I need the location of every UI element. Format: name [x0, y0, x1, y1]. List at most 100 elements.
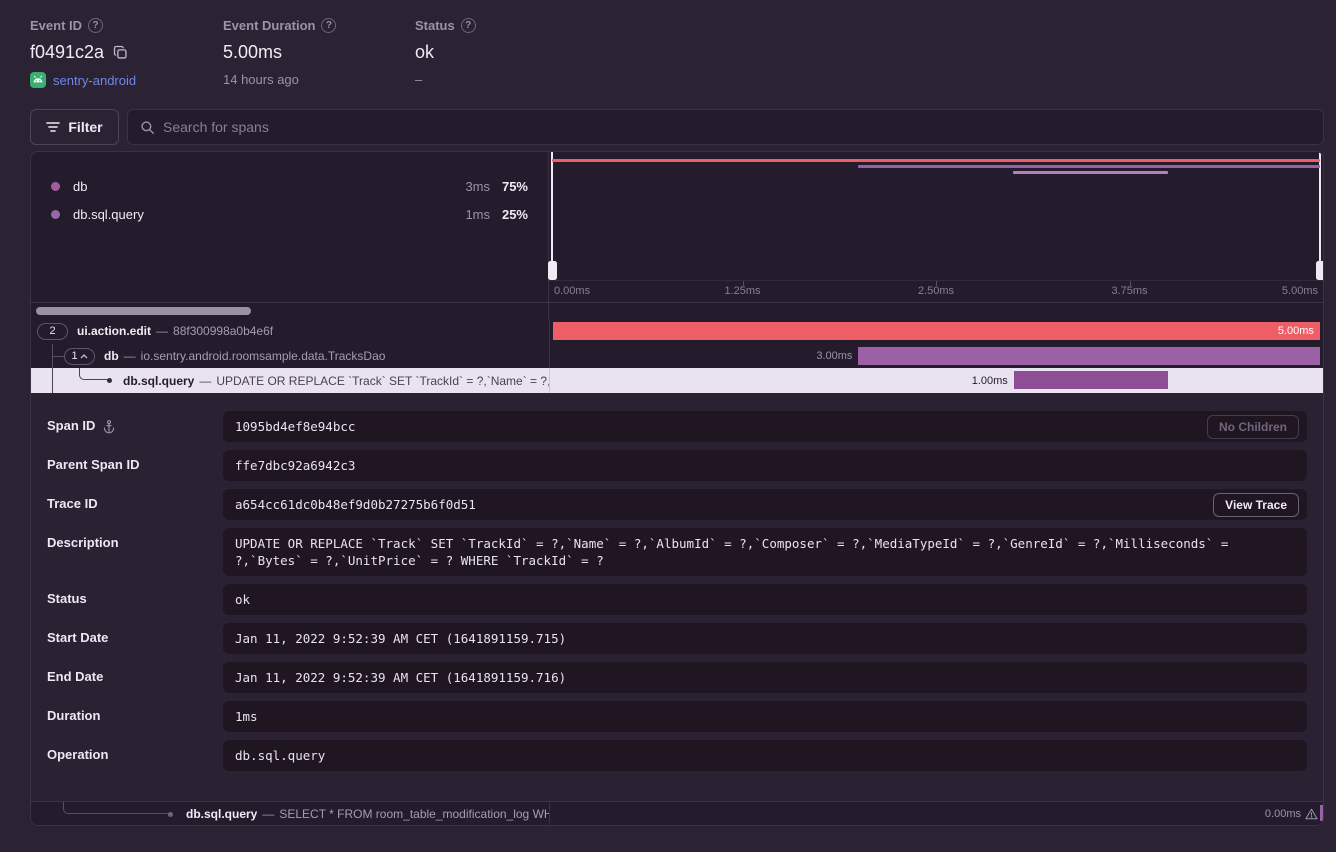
span-operation-name: db	[104, 349, 119, 363]
detail-value-text: ffe7dbc92a6942c3	[235, 458, 355, 473]
filter-button[interactable]: Filter	[30, 109, 119, 145]
horizontal-scrollbar-thumb[interactable]	[36, 307, 251, 315]
minimap-left-handle[interactable]	[551, 152, 553, 280]
detail-value-text: UPDATE OR REPLACE `Track` SET `TrackId` …	[235, 536, 1228, 568]
detail-label: Trace ID	[47, 489, 223, 520]
anchor-icon[interactable]	[102, 419, 116, 434]
help-icon[interactable]: ?	[461, 18, 476, 33]
span-row[interactable]: db.sql.query—UPDATE OR REPLACE `Track` S…	[31, 368, 1323, 393]
detail-row: Parent Span ID ffe7dbc92a6942c3	[47, 450, 1307, 481]
event-id-value: f0491c2a	[30, 42, 104, 63]
span-duration-label: 5.00ms	[1278, 325, 1320, 337]
detail-value: ok	[223, 584, 1307, 615]
span-row[interactable]: db.sql.query — SELECT * FROM room_table_mo…	[31, 802, 1323, 825]
span-children-badge[interactable]: 2	[37, 323, 68, 340]
view-trace-button[interactable]: View Trace	[1213, 493, 1299, 517]
detail-value: db.sql.query	[223, 740, 1307, 771]
detail-row: Span ID1095bd4ef8e94bccNo Children	[47, 411, 1307, 442]
detail-value-text: ok	[235, 592, 250, 607]
search-icon	[140, 120, 155, 135]
span-row-duration-cell: 0.00ms	[549, 802, 1323, 825]
axis-tick-label: 0.00ms	[554, 285, 590, 297]
detail-label: Duration	[47, 701, 223, 732]
name-column-scroll-track	[31, 303, 549, 319]
legend-operation-label: db.sql.query	[73, 207, 446, 222]
span-duration-bar	[1014, 371, 1169, 389]
minimap-span-line	[552, 159, 1320, 162]
time-axis: 0.00ms1.25ms2.50ms3.75ms5.00ms	[549, 280, 1323, 302]
minimap-right-handle[interactable]	[1319, 152, 1321, 280]
detail-value: 1ms	[223, 701, 1307, 732]
span-row-duration-cell: 5.00ms	[549, 319, 1323, 344]
span-children-count: 1	[71, 350, 77, 362]
minimap-span-line	[1013, 171, 1168, 174]
detail-label: End Date	[47, 662, 223, 693]
detail-label-text: Span ID	[47, 418, 95, 433]
event-id-column: Event ID ? f0491c2a	[30, 18, 223, 103]
android-platform-icon	[30, 72, 46, 88]
minimap-chart[interactable]	[549, 152, 1323, 280]
detail-label-text: Trace ID	[47, 496, 98, 511]
span-duration-label: 0.00ms	[1265, 802, 1318, 825]
detail-value-text: 1ms	[235, 709, 258, 724]
axis-tick-label: 2.50ms	[918, 285, 954, 297]
status-column: Status ? ok –	[415, 18, 476, 103]
axis-tick-label: 1.25ms	[724, 285, 760, 297]
span-operation-name: ui.action.edit	[77, 324, 151, 338]
span-detail-page: Event ID ? f0491c2a	[30, 0, 1324, 826]
spans-panel: db3ms75%db.sql.query1ms25% 0.00ms1.25ms2…	[30, 151, 1324, 826]
copy-icon[interactable]	[113, 45, 128, 60]
tree-elbow-connector	[63, 802, 169, 814]
filter-button-label: Filter	[68, 119, 102, 135]
detail-value-text: a654cc61dc0b48ef9d0b27275b6f0d51	[235, 497, 476, 512]
detail-value: Jan 11, 2022 9:52:39 AM CET (1641891159.…	[223, 623, 1307, 654]
trace-minimap[interactable]: 0.00ms1.25ms2.50ms3.75ms5.00ms	[549, 152, 1323, 302]
separator: —	[262, 807, 274, 821]
span-duration-bar	[1320, 805, 1323, 821]
detail-label-text: End Date	[47, 669, 103, 684]
span-description-text: SELECT * FROM room_table_modification_lo…	[279, 807, 549, 821]
detail-row: Statusok	[47, 584, 1307, 615]
span-row-name-cell: db.sql.query—UPDATE OR REPLACE `Track` S…	[31, 368, 549, 393]
event-header: Event ID ? f0491c2a	[30, 0, 1324, 103]
axis-tick-label: 3.75ms	[1111, 285, 1147, 297]
detail-row: Trace ID a654cc61dc0b48ef9d0b27275b6f0d51…	[47, 489, 1307, 520]
minimap-section: db3ms75%db.sql.query1ms25% 0.00ms1.25ms2…	[31, 152, 1323, 302]
detail-row: Operationdb.sql.query	[47, 740, 1307, 771]
tree-node-dot	[168, 812, 173, 817]
project-link[interactable]: sentry-android	[53, 73, 136, 88]
warning-icon[interactable]	[1305, 808, 1318, 820]
span-search	[127, 109, 1324, 145]
detail-value: ffe7dbc92a6942c3	[223, 450, 1307, 481]
event-duration-value: 5.00ms	[223, 42, 282, 63]
span-row[interactable]: 2ui.action.edit—88f300998a0b4e6f5.00ms	[31, 319, 1323, 344]
detail-label: Description	[47, 528, 223, 576]
no-children-button[interactable]: No Children	[1207, 415, 1299, 439]
tree-guide-line	[52, 368, 53, 393]
event-duration-label: Event Duration	[223, 18, 315, 33]
legend-operation-label: db	[73, 179, 446, 194]
detail-row: Description UPDATE OR REPLACE `Track` SET…	[47, 528, 1307, 576]
status-label: Status	[415, 18, 455, 33]
event-age: 14 hours ago	[223, 72, 299, 87]
detail-label: Parent Span ID	[47, 450, 223, 481]
detail-label: Span ID	[47, 411, 223, 442]
event-id-label: Event ID	[30, 18, 82, 33]
help-icon[interactable]: ?	[321, 18, 336, 33]
span-description-text: io.sentry.android.roomsample.data.Tracks…	[141, 349, 386, 363]
span-row-duration-cell: 3.00ms	[549, 344, 1323, 369]
span-row-duration-cell: 1.00ms	[549, 368, 1323, 393]
search-input[interactable]	[163, 119, 1311, 135]
span-row[interactable]: 1db—io.sentry.android.roomsample.data.Tr…	[31, 344, 1323, 369]
help-icon[interactable]: ?	[88, 18, 103, 33]
separator: —	[156, 324, 168, 338]
span-row-name-cell: 2ui.action.edit—88f300998a0b4e6f	[31, 319, 549, 344]
span-duration-label: 1.00ms	[972, 375, 1008, 387]
span-tree: 2ui.action.edit—88f300998a0b4e6f5.00ms1d…	[31, 319, 1323, 393]
span-children-badge[interactable]: 1	[64, 348, 95, 365]
span-operation-name: db.sql.query	[186, 807, 257, 821]
detail-value: Jan 11, 2022 9:52:39 AM CET (1641891159.…	[223, 662, 1307, 693]
span-duration-label: 3.00ms	[816, 350, 852, 362]
spans-toolbar: Filter	[30, 109, 1324, 145]
span-duration-bar	[858, 347, 1319, 365]
